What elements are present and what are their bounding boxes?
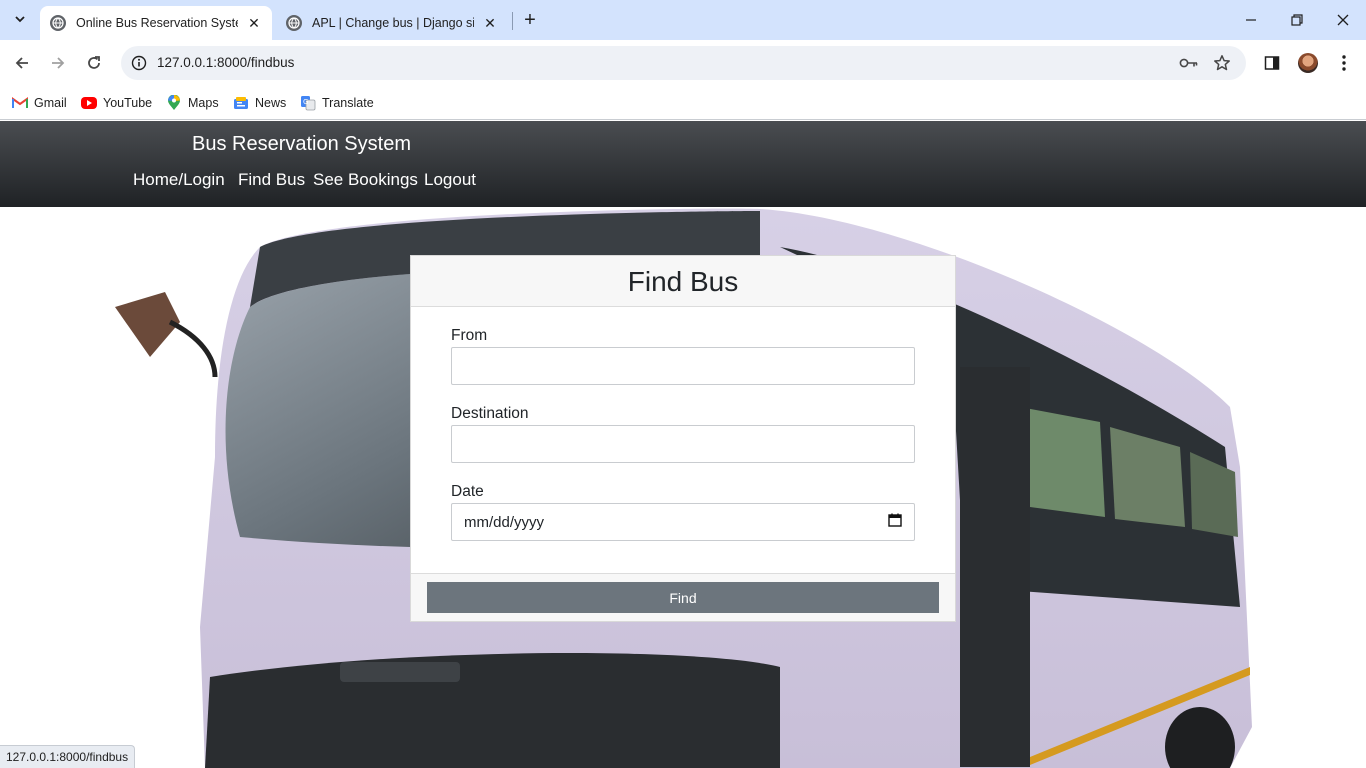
close-icon[interactable]: ✕ — [246, 15, 262, 31]
back-arrow-icon — [15, 57, 28, 69]
tab-search-button[interactable] — [8, 7, 32, 31]
address-bar[interactable]: 127.0.0.1:8000/findbus — [121, 46, 1246, 80]
more-vertical-icon — [1342, 55, 1346, 71]
tab-separator — [512, 12, 513, 30]
reload-button[interactable] — [82, 51, 106, 75]
news-icon — [233, 95, 249, 111]
youtube-icon — [81, 97, 97, 109]
close-icon — [1337, 14, 1349, 26]
close-icon[interactable]: ✕ — [482, 15, 498, 31]
nav-find-bus[interactable]: Find Bus — [238, 170, 305, 190]
bookmark-maps[interactable]: Maps — [166, 93, 219, 113]
translate-icon: G — [300, 95, 316, 111]
from-label: From — [451, 327, 488, 344]
find-button[interactable]: Find — [427, 582, 939, 613]
tab-online-bus-reservation[interactable]: Online Bus Reservation System ✕ — [40, 6, 272, 40]
close-window-button[interactable] — [1331, 8, 1355, 32]
reload-icon — [88, 56, 100, 69]
card-footer: Find — [411, 573, 955, 621]
bookmark-translate[interactable]: G Translate — [300, 93, 374, 113]
site-info-icon[interactable] — [129, 53, 149, 73]
date-input[interactable]: mm/dd/yyyy — [451, 503, 915, 541]
status-bar-url: 127.0.0.1:8000/findbus — [0, 745, 136, 768]
forward-arrow-icon — [52, 57, 65, 69]
tab-strip: Online Bus Reservation System ✕ APL | Ch… — [0, 0, 1366, 40]
form-title: Find Bus — [627, 266, 739, 297]
url-text: 127.0.0.1:8000/findbus — [157, 55, 295, 70]
tab-title: APL | Change bus | Django site — [312, 16, 474, 30]
restore-button[interactable] — [1285, 8, 1309, 32]
browser-toolbar: 127.0.0.1:8000/findbus — [0, 40, 1366, 86]
bookmarks-bar: Gmail YouTube Maps News G Translate — [0, 86, 1366, 120]
bookmark-news[interactable]: News — [233, 93, 286, 113]
site-brand[interactable]: Bus Reservation System — [192, 133, 411, 156]
side-panel-button[interactable] — [1260, 51, 1284, 75]
nav-see-bookings[interactable]: See Bookings — [313, 170, 418, 190]
menu-button[interactable] — [1332, 51, 1356, 75]
avatar — [1298, 53, 1318, 73]
bookmark-label: Gmail — [34, 96, 67, 110]
from-input[interactable] — [451, 347, 915, 385]
bookmark-youtube[interactable]: YouTube — [81, 93, 152, 113]
find-bus-card: Find Bus From Destination Date mm/dd/yyy… — [410, 255, 956, 622]
side-panel-icon — [1264, 56, 1280, 70]
minimize-button[interactable] — [1239, 8, 1263, 32]
date-label: Date — [451, 483, 484, 500]
restore-icon — [1291, 14, 1303, 26]
destination-label: Destination — [451, 405, 529, 422]
nav-logout[interactable]: Logout — [424, 170, 476, 190]
bookmark-label: YouTube — [103, 96, 153, 110]
minimize-icon — [1246, 19, 1256, 21]
password-key-icon[interactable] — [1179, 53, 1199, 73]
gmail-icon — [12, 95, 28, 111]
bookmark-star-icon[interactable] — [1212, 53, 1232, 73]
nav-home-login[interactable]: Home/Login — [133, 170, 225, 190]
globe-icon — [286, 15, 302, 31]
page-content: Bus Reservation System Home/Login Find B… — [0, 121, 1366, 768]
bookmark-label: News — [255, 96, 287, 110]
chevron-down-icon — [15, 16, 25, 23]
bookmark-label: Translate — [322, 96, 374, 110]
destination-input[interactable] — [451, 425, 915, 463]
date-placeholder: mm/dd/yyyy — [464, 513, 545, 531]
maps-icon — [166, 95, 182, 111]
bookmark-gmail[interactable]: Gmail — [12, 93, 67, 113]
bookmark-label: Maps — [188, 96, 219, 110]
profile-button[interactable] — [1296, 51, 1320, 75]
tab-django-admin[interactable]: APL | Change bus | Django site ✕ — [276, 6, 508, 40]
new-tab-button[interactable]: + — [520, 9, 540, 31]
globe-icon — [50, 15, 66, 31]
back-button[interactable] — [10, 51, 34, 75]
card-header: Find Bus — [411, 256, 955, 307]
calendar-icon[interactable] — [888, 513, 902, 531]
site-navbar: Bus Reservation System Home/Login Find B… — [0, 121, 1366, 207]
tab-title: Online Bus Reservation System — [76, 16, 238, 30]
svg-text:G: G — [303, 98, 308, 106]
forward-button[interactable] — [46, 51, 70, 75]
